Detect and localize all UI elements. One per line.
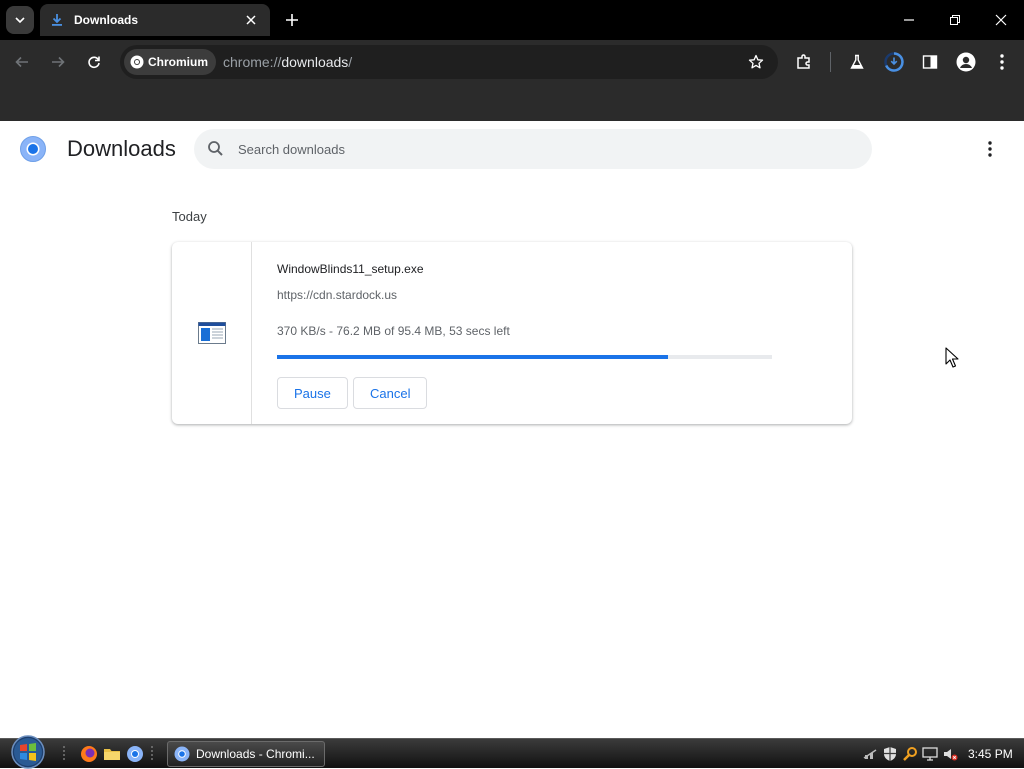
download-icon-column bbox=[172, 242, 252, 424]
start-button-icon[interactable] bbox=[8, 733, 48, 769]
avatar-icon bbox=[956, 52, 976, 72]
taskbar-window-label: Downloads - Chromi... bbox=[196, 747, 315, 761]
downloads-toolbar-button[interactable] bbox=[880, 48, 908, 76]
volume-muted-icon[interactable] bbox=[942, 746, 958, 762]
minimize-button[interactable] bbox=[894, 6, 924, 34]
search-icon bbox=[208, 141, 223, 156]
chromium-logo-icon bbox=[174, 746, 190, 762]
restore-button[interactable] bbox=[940, 6, 970, 34]
close-window-button[interactable] bbox=[986, 6, 1016, 34]
plus-icon bbox=[286, 14, 298, 26]
chip-label: Chromium bbox=[148, 55, 208, 69]
new-tab-button[interactable] bbox=[280, 8, 304, 32]
page-title: Downloads bbox=[67, 136, 176, 161]
download-item: WindowBlinds11_setup.exe https://cdn.sta… bbox=[172, 242, 852, 424]
taskbar-grip-icon[interactable] bbox=[150, 745, 154, 763]
download-status: 370 KB/s - 76.2 MB of 95.4 MB, 53 secs l… bbox=[277, 324, 510, 338]
downloads-page: Downloads Today WindowBlinds11_setup.exe… bbox=[0, 121, 1024, 738]
site-info-chip[interactable]: Chromium bbox=[124, 49, 216, 75]
download-progress-bar bbox=[277, 355, 772, 359]
address-bar[interactable]: Chromium chrome://downloads/ bbox=[120, 45, 778, 79]
url-scheme: chrome:// bbox=[223, 54, 282, 70]
taskbar-clock[interactable]: 3:45 PM bbox=[968, 747, 1013, 761]
taskbar: Downloads - Chromi... 3:45 PM bbox=[0, 735, 1024, 769]
taskbar-window-downloads[interactable]: Downloads - Chromi... bbox=[167, 741, 325, 767]
chromium-logo-icon[interactable] bbox=[126, 745, 144, 763]
title-bar: Downloads bbox=[0, 0, 1024, 40]
bookmarks-bar bbox=[0, 84, 1024, 121]
more-vert-icon bbox=[988, 141, 992, 157]
folder-icon[interactable] bbox=[103, 745, 121, 763]
toolbar-divider bbox=[830, 52, 831, 72]
side-panel-icon bbox=[922, 55, 938, 69]
shield-icon[interactable] bbox=[882, 746, 898, 762]
url-text[interactable]: chrome://downloads/ bbox=[223, 54, 352, 70]
puzzle-icon bbox=[797, 54, 810, 69]
tab-downloads[interactable]: Downloads bbox=[40, 4, 270, 36]
reload-icon bbox=[88, 56, 100, 69]
download-icon bbox=[52, 14, 62, 26]
arrow-right-icon bbox=[52, 56, 65, 68]
download-progress-fill bbox=[277, 355, 669, 359]
taskbar-grip-icon[interactable] bbox=[62, 745, 66, 763]
profile-button[interactable] bbox=[952, 48, 980, 76]
monitor-icon[interactable] bbox=[922, 746, 938, 762]
download-progress-icon bbox=[884, 52, 904, 72]
forward-button[interactable] bbox=[44, 48, 72, 76]
page-menu-button[interactable] bbox=[978, 137, 1002, 161]
labs-button[interactable] bbox=[843, 48, 871, 76]
network-offline-icon[interactable] bbox=[862, 746, 878, 762]
close-icon bbox=[995, 14, 1007, 26]
url-path: / bbox=[348, 54, 353, 70]
search-bar[interactable] bbox=[194, 129, 872, 169]
chromium-logo-icon bbox=[130, 55, 144, 69]
cancel-button[interactable]: Cancel bbox=[353, 377, 428, 409]
pause-button[interactable]: Pause bbox=[277, 377, 348, 409]
search-input[interactable] bbox=[238, 137, 838, 161]
minimize-icon bbox=[904, 19, 914, 21]
back-button[interactable] bbox=[8, 48, 36, 76]
download-source-url[interactable]: https://cdn.stardock.us bbox=[277, 288, 397, 302]
tab-title: Downloads bbox=[74, 13, 139, 27]
mouse-cursor-icon bbox=[945, 347, 959, 368]
flask-icon bbox=[850, 54, 864, 69]
date-heading: Today bbox=[172, 209, 207, 224]
search-tray-icon[interactable] bbox=[902, 746, 918, 762]
arrow-left-icon bbox=[15, 56, 28, 68]
more-vert-icon bbox=[1000, 54, 1004, 70]
close-icon bbox=[246, 15, 256, 25]
tab-search-button[interactable] bbox=[6, 6, 34, 34]
restore-icon bbox=[950, 15, 960, 25]
side-panel-button[interactable] bbox=[916, 48, 944, 76]
download-file-name[interactable]: WindowBlinds11_setup.exe bbox=[277, 262, 424, 276]
chevron-down-icon bbox=[15, 17, 25, 24]
browser-menu-button[interactable] bbox=[988, 48, 1016, 76]
reload-button[interactable] bbox=[80, 48, 108, 76]
chromium-logo-icon bbox=[20, 136, 46, 162]
bookmark-star-button[interactable] bbox=[744, 50, 768, 74]
tab-close-button[interactable] bbox=[242, 11, 260, 29]
extensions-button[interactable] bbox=[790, 48, 818, 76]
firefox-icon[interactable] bbox=[80, 745, 98, 763]
url-host: downloads bbox=[281, 54, 349, 70]
browser-toolbar: Chromium chrome://downloads/ bbox=[0, 40, 1024, 84]
star-icon bbox=[748, 54, 764, 69]
exe-file-icon bbox=[198, 322, 226, 344]
